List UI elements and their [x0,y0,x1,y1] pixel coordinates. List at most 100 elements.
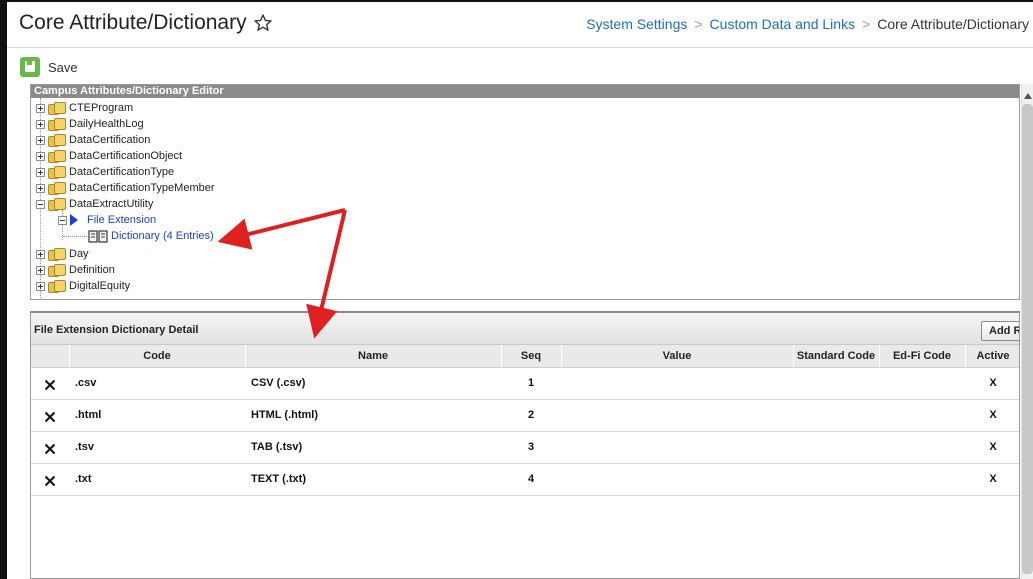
expand-icon[interactable] [36,103,45,113]
tree-item-cteprogram[interactable]: CTEProgram [36,100,133,116]
name-cell[interactable]: TAB (.tsv) [245,431,501,464]
collapse-icon[interactable] [58,215,67,225]
star-icon[interactable] [253,13,273,33]
value-cell[interactable] [561,431,793,464]
tree-item-datacertificationtype[interactable]: DataCertificationType [36,164,174,180]
folder-icon [48,247,67,261]
tree-item-label: DataCertificationObject [69,150,183,162]
table-row[interactable]: .html HTML (.html) 2 X [31,399,1019,432]
active-cell[interactable]: X [965,399,1019,432]
scroll-up-arrow-icon[interactable] [1024,93,1032,99]
active-cell[interactable]: X [965,431,1019,464]
name-cell[interactable]: HTML (.html) [245,399,501,432]
column-header-name[interactable]: Name [245,345,502,368]
folder-icon [48,263,67,277]
standard-code-cell[interactable] [793,463,879,496]
value-cell[interactable] [561,367,793,400]
seq-cell[interactable]: 3 [501,431,561,464]
page-scrollbar-thumb[interactable] [1022,104,1033,574]
delete-x-icon[interactable] [44,475,56,487]
tree-item-datacertificationtypemember[interactable]: DataCertificationTypeMember [36,180,215,196]
name-cell[interactable]: CSV (.csv) [245,367,501,400]
table-row[interactable]: .csv CSV (.csv) 1 X [31,367,1019,400]
delete-cell[interactable] [31,399,69,432]
expand-icon[interactable] [36,151,45,161]
tree-item-datacertification[interactable]: DataCertification [36,132,150,148]
seq-cell[interactable]: 4 [501,463,561,496]
edfi-code-cell[interactable] [879,463,965,496]
breadcrumb-current-page: Core Attribute/Dictionary [877,16,1029,32]
tree-item-definition[interactable]: Definition [36,262,115,278]
folder-icon [48,197,67,211]
detail-header: File Extension Dictionary Detail Add R [31,313,1019,345]
value-cell[interactable] [561,463,793,496]
code-cell[interactable]: .tsv [69,431,245,464]
seq-cell[interactable]: 1 [501,367,561,400]
edfi-code-cell[interactable] [879,399,965,432]
save-button[interactable]: Save [20,56,78,78]
breadcrumb-custom-data-and-links[interactable]: Custom Data and Links [710,16,856,32]
tree-item-dataextractutility[interactable]: DataExtractUtility [36,196,153,212]
tree-item-digitalequity[interactable]: DigitalEquity [36,278,130,294]
tree-item-dictionary[interactable]: Dictionary (4 Entries) [88,228,214,244]
code-cell[interactable]: .html [69,399,245,432]
value-cell[interactable] [561,399,793,432]
tree-item-label: DataExtractUtility [69,198,154,210]
seq-cell[interactable]: 2 [501,399,561,432]
column-header-edfi-code[interactable]: Ed-Fi Code [879,345,966,368]
delete-x-icon[interactable] [44,411,56,423]
folder-icon [48,149,67,163]
delete-x-icon[interactable] [44,443,56,455]
tree-item-dailyhealthlog[interactable]: DailyHealthLog [36,116,144,132]
tree-item-label: File Extension [87,214,157,226]
delete-x-icon[interactable] [44,379,56,391]
active-cell[interactable]: X [965,367,1019,400]
expand-icon[interactable] [36,281,45,291]
expand-icon[interactable] [36,249,45,259]
edfi-code-cell[interactable] [879,431,965,464]
folder-icon [48,101,67,115]
table-row[interactable]: .tsv TAB (.tsv) 3 X [31,431,1019,464]
edfi-code-cell[interactable] [879,367,965,400]
expand-icon[interactable] [36,167,45,177]
standard-code-cell[interactable] [793,431,879,464]
page-header: Core Attribute/Dictionary System Setting… [7,2,1033,48]
tree-item-label: Day [69,248,89,260]
active-cell[interactable]: X [965,463,1019,496]
tree-item-label: Definition [69,264,115,276]
tree-item-label: DailyHealthLog [69,118,144,130]
add-row-button[interactable]: Add R [981,321,1019,341]
standard-code-cell[interactable] [793,399,879,432]
table-row[interactable]: .txt TEXT (.txt) 4 X [31,463,1019,496]
column-header-active[interactable]: Active [965,345,1019,368]
delete-cell[interactable] [31,431,69,464]
expand-icon[interactable] [36,119,45,129]
collapse-icon[interactable] [36,199,45,209]
tree-item-label: DigitalEquity [69,280,131,292]
breadcrumb-system-settings[interactable]: System Settings [586,16,687,32]
code-cell[interactable]: .txt [69,463,245,496]
delete-cell[interactable] [31,463,69,496]
tree-item-day[interactable]: Day [36,246,89,262]
tree-guide-line [63,236,87,237]
expand-icon[interactable] [36,135,45,145]
folder-icon [48,165,67,179]
attribute-tree-panel: Campus Attributes/Dictionary Editor CTEP… [30,84,1020,300]
breadcrumb: System Settings > Custom Data and Links > Co… [586,16,1029,32]
expand-icon[interactable] [36,265,45,275]
tree-item-label: DataCertification [69,134,151,146]
delete-cell[interactable] [31,367,69,400]
expand-icon[interactable] [36,183,45,193]
name-cell[interactable]: TEXT (.txt) [245,463,501,496]
breadcrumb-separator: > [694,16,703,32]
code-cell[interactable]: .csv [69,367,245,400]
dictionary-detail-panel: File Extension Dictionary Detail Add R C… [30,311,1020,579]
column-header-standard-code[interactable]: Standard Code [793,345,880,368]
column-header-value[interactable]: Value [561,345,794,368]
standard-code-cell[interactable] [793,367,879,400]
tree-item-file-extension[interactable]: File Extension [58,212,156,228]
tree-item-datacertificationobject[interactable]: DataCertificationObject [36,148,182,164]
column-header-code[interactable]: Code [69,345,246,368]
book-icon [88,229,108,243]
column-header-seq[interactable]: Seq [501,345,562,368]
